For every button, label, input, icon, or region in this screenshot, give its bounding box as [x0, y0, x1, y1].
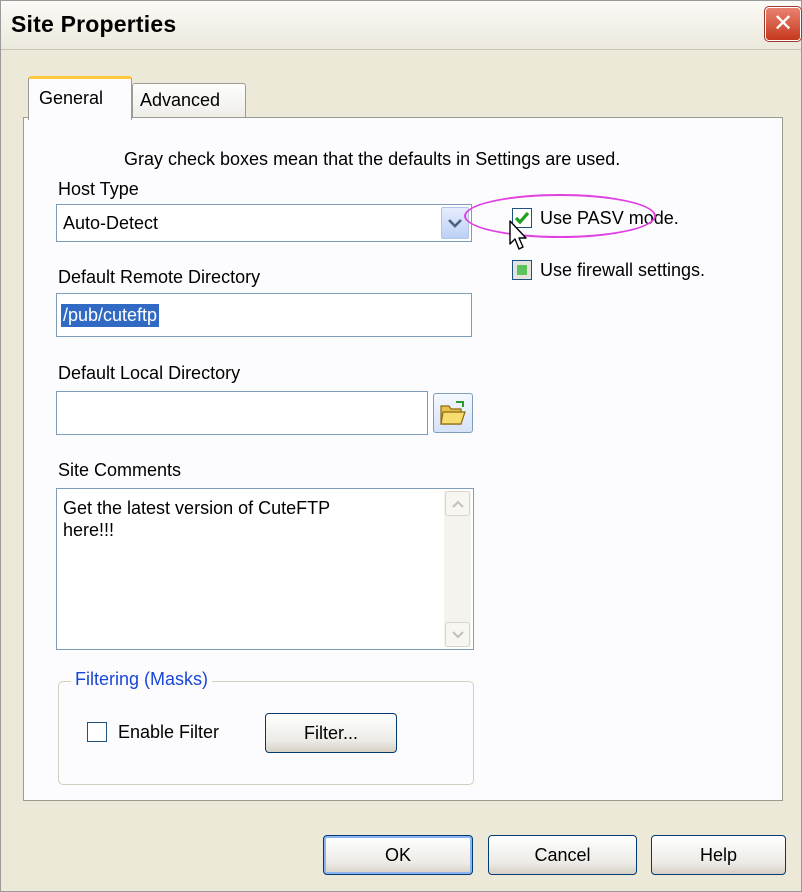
help-button-label: Help — [699, 844, 738, 865]
host-type-label: Host Type — [58, 179, 139, 199]
title-bar[interactable]: Site Properties ✕ — [1, 1, 802, 50]
local-directory-label: Default Local Directory — [58, 363, 241, 383]
cancel-button[interactable]: Cancel — [488, 835, 637, 875]
ok-button[interactable]: OK — [323, 835, 473, 875]
firewall-settings-label[interactable]: Use firewall settings. — [540, 260, 705, 281]
scroll-down-button[interactable] — [445, 622, 470, 647]
local-directory-input[interactable] — [56, 391, 428, 435]
enable-filter-checkbox[interactable] — [87, 722, 107, 742]
host-type-dropdown-button[interactable] — [441, 207, 469, 239]
tab-general-label: General — [39, 88, 104, 108]
remote-directory-label: Default Remote Directory — [58, 267, 261, 287]
host-type-select[interactable]: Auto-Detect — [56, 204, 472, 242]
site-comments-label: Site Comments — [58, 460, 182, 480]
window-title: Site Properties — [11, 11, 177, 37]
firewall-checkbox[interactable] — [512, 260, 532, 280]
remote-directory-value: /pub/cuteftp — [61, 304, 160, 327]
gray-checkbox-notice: Gray check boxes mean that the defaults … — [124, 149, 621, 169]
site-comments-textarea[interactable]: Get the latest version of CuteFTP here!!… — [56, 488, 474, 650]
chevron-up-icon — [451, 500, 464, 508]
help-button[interactable]: Help — [651, 835, 786, 875]
chevron-down-icon — [448, 219, 462, 228]
filtering-groupbox: Filtering (Masks) Enable Filter Filter..… — [58, 669, 474, 785]
filtering-group-label: Filtering (Masks) — [71, 669, 213, 690]
host-type-value: Auto-Detect — [63, 213, 159, 233]
comments-scrollbar[interactable] — [444, 491, 471, 647]
enable-filter-label[interactable]: Enable Filter — [118, 722, 219, 743]
browse-folder-button[interactable] — [433, 393, 473, 433]
pasv-mode-label[interactable]: Use PASV mode. — [540, 208, 679, 229]
close-button[interactable]: ✕ — [764, 6, 802, 42]
filter-button-label: Filter... — [303, 722, 358, 743]
filter-button[interactable]: Filter... — [265, 713, 397, 753]
cancel-button-label: Cancel — [534, 844, 591, 865]
scroll-up-button[interactable] — [445, 491, 470, 516]
ok-button-label: OK — [384, 844, 411, 865]
close-icon: ✕ — [772, 10, 794, 37]
mouse-pointer-icon — [509, 220, 527, 250]
indeterminate-fill-icon — [517, 265, 527, 275]
site-properties-dialog: Site Properties ✕ General Advanced Gray … — [0, 0, 802, 892]
remote-directory-input[interactable]: /pub/cuteftp — [56, 293, 472, 337]
chevron-down-icon — [451, 630, 464, 638]
open-folder-icon — [440, 401, 466, 425]
site-comments-value: Get the latest version of CuteFTP here!!… — [63, 498, 331, 540]
tab-general[interactable]: General — [28, 76, 132, 120]
tab-advanced-label: Advanced — [140, 90, 221, 110]
tab-advanced[interactable]: Advanced — [132, 83, 246, 120]
